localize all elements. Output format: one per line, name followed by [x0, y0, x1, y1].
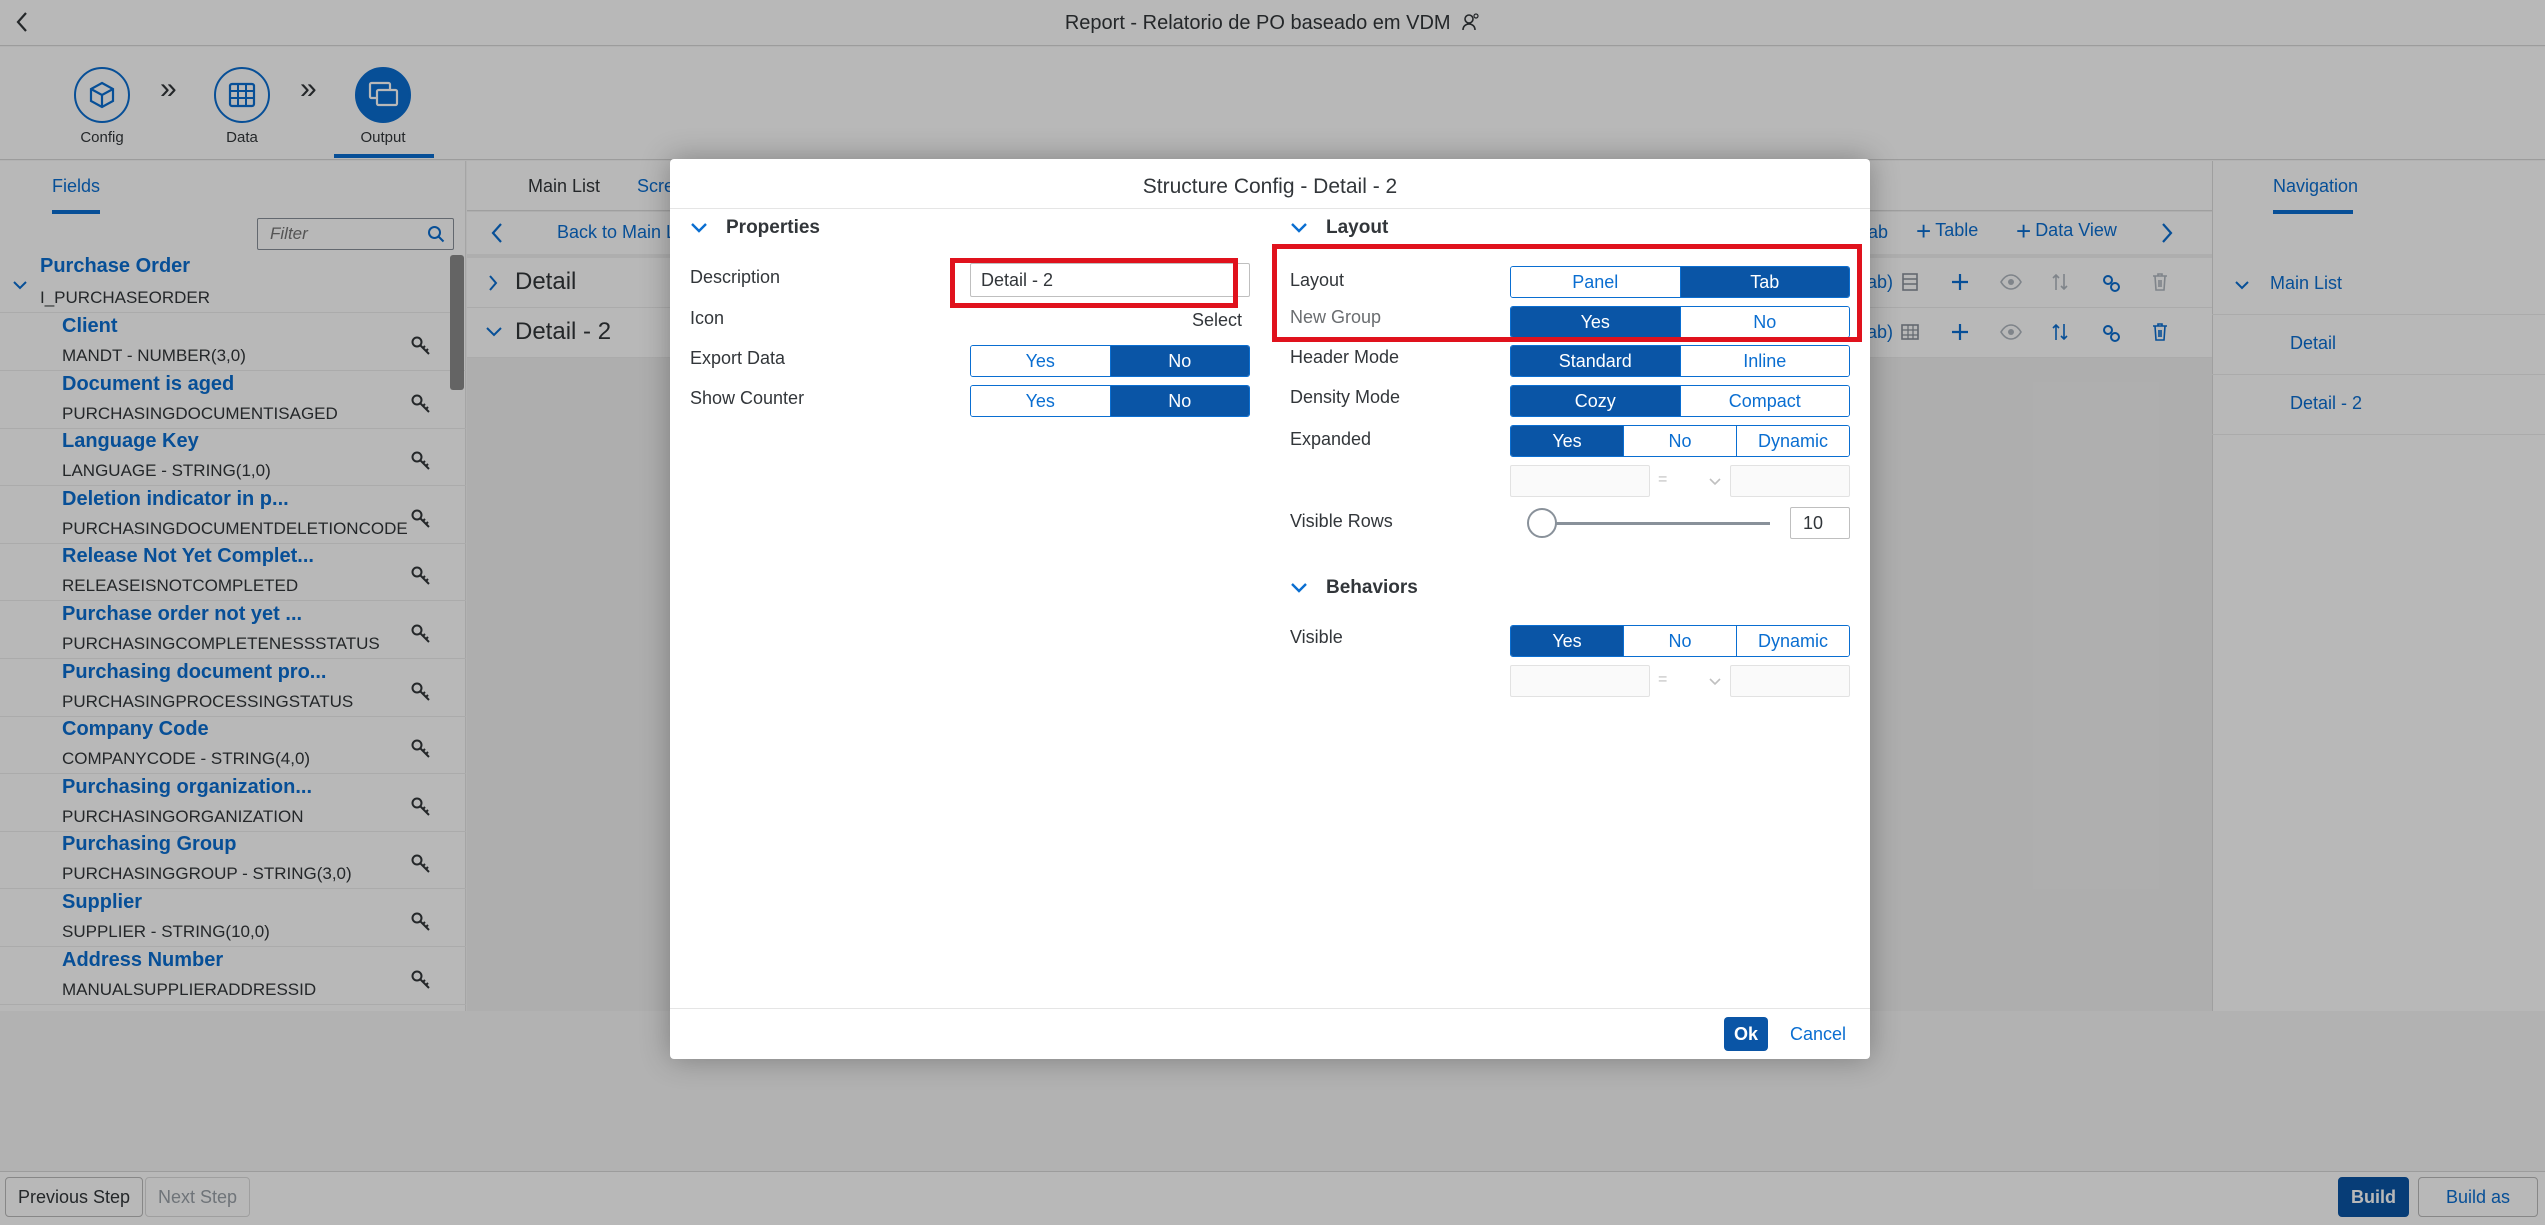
expanded-no-option[interactable]: No	[1623, 426, 1736, 456]
chevron-down-icon[interactable]	[1708, 677, 1722, 687]
ok-button[interactable]: Ok	[1724, 1017, 1769, 1051]
visible-no-option[interactable]: No	[1623, 626, 1736, 656]
visible-yes-option[interactable]: Yes	[1511, 626, 1623, 656]
chevron-down-icon[interactable]	[1708, 477, 1722, 487]
visible-rows-label: Visible Rows	[1290, 511, 1393, 531]
density-compact-option[interactable]: Compact	[1679, 386, 1849, 416]
visible-rows-slider-track[interactable]	[1530, 522, 1770, 525]
header-inline-option[interactable]: Inline	[1679, 346, 1849, 376]
section-behaviors[interactable]: Behaviors	[1290, 577, 1418, 599]
expanded-toggle: Yes No Dynamic	[1510, 425, 1850, 457]
expanded-dynamic-option[interactable]: Dynamic	[1736, 426, 1849, 456]
counter-no-option[interactable]: No	[1109, 386, 1249, 416]
density-cozy-option[interactable]: Cozy	[1511, 386, 1680, 416]
structure-config-dialog: Structure Config - Detail - 2 Properties…	[670, 159, 1870, 1059]
density-mode-toggle: Cozy Compact	[1510, 385, 1850, 417]
cancel-button[interactable]: Cancel	[1782, 1017, 1855, 1051]
visible-rows-input[interactable]: 10	[1790, 507, 1850, 539]
operator-select[interactable]: =	[1658, 471, 1667, 489]
visible-value-field[interactable]	[1730, 665, 1850, 697]
chevron-down-icon[interactable]	[690, 222, 708, 234]
show-counter-toggle: Yes No	[970, 385, 1250, 417]
operator-select[interactable]: =	[1658, 671, 1667, 689]
section-title: Behaviors	[1326, 577, 1418, 598]
export-yes-option[interactable]: Yes	[971, 346, 1110, 376]
export-no-option[interactable]: No	[1109, 346, 1249, 376]
header-standard-option[interactable]: Standard	[1511, 346, 1680, 376]
section-layout[interactable]: Layout	[1290, 217, 1388, 239]
visible-toggle: Yes No Dynamic	[1510, 625, 1850, 657]
chevron-down-icon[interactable]	[1290, 222, 1308, 234]
visible-condition-field[interactable]	[1510, 665, 1650, 697]
visible-rows-value: 10	[1803, 513, 1824, 533]
density-mode-label: Density Mode	[1290, 387, 1401, 407]
section-title: Layout	[1326, 217, 1389, 238]
visible-dynamic-option[interactable]: Dynamic	[1736, 626, 1849, 656]
expanded-condition-field[interactable]	[1510, 465, 1650, 497]
expanded-label: Expanded	[1290, 429, 1372, 449]
visible-rows-slider-handle[interactable]	[1527, 508, 1557, 538]
chevron-down-icon[interactable]	[1290, 582, 1308, 594]
highlight-box-description	[950, 258, 1238, 308]
select-icon-link[interactable]: Select	[1192, 310, 1242, 331]
header-mode-toggle: Standard Inline	[1510, 345, 1850, 377]
counter-yes-option[interactable]: Yes	[971, 386, 1110, 416]
dialog-footer: Ok Cancel	[670, 1008, 1870, 1059]
show-counter-label: Show Counter	[690, 388, 805, 408]
icon-label: Icon	[690, 308, 725, 328]
export-data-toggle: Yes No	[970, 345, 1250, 377]
description-label: Description	[690, 267, 781, 287]
expanded-value-field[interactable]	[1730, 465, 1850, 497]
section-properties[interactable]: Properties	[690, 217, 820, 239]
export-data-label: Export Data	[690, 348, 786, 368]
expanded-yes-option[interactable]: Yes	[1511, 426, 1623, 456]
visible-label: Visible	[1290, 627, 1343, 647]
dialog-title: Structure Config - Detail - 2	[670, 159, 1870, 209]
header-mode-label: Header Mode	[1290, 347, 1400, 367]
highlight-box-layout	[1272, 244, 1862, 342]
section-title: Properties	[726, 217, 820, 238]
